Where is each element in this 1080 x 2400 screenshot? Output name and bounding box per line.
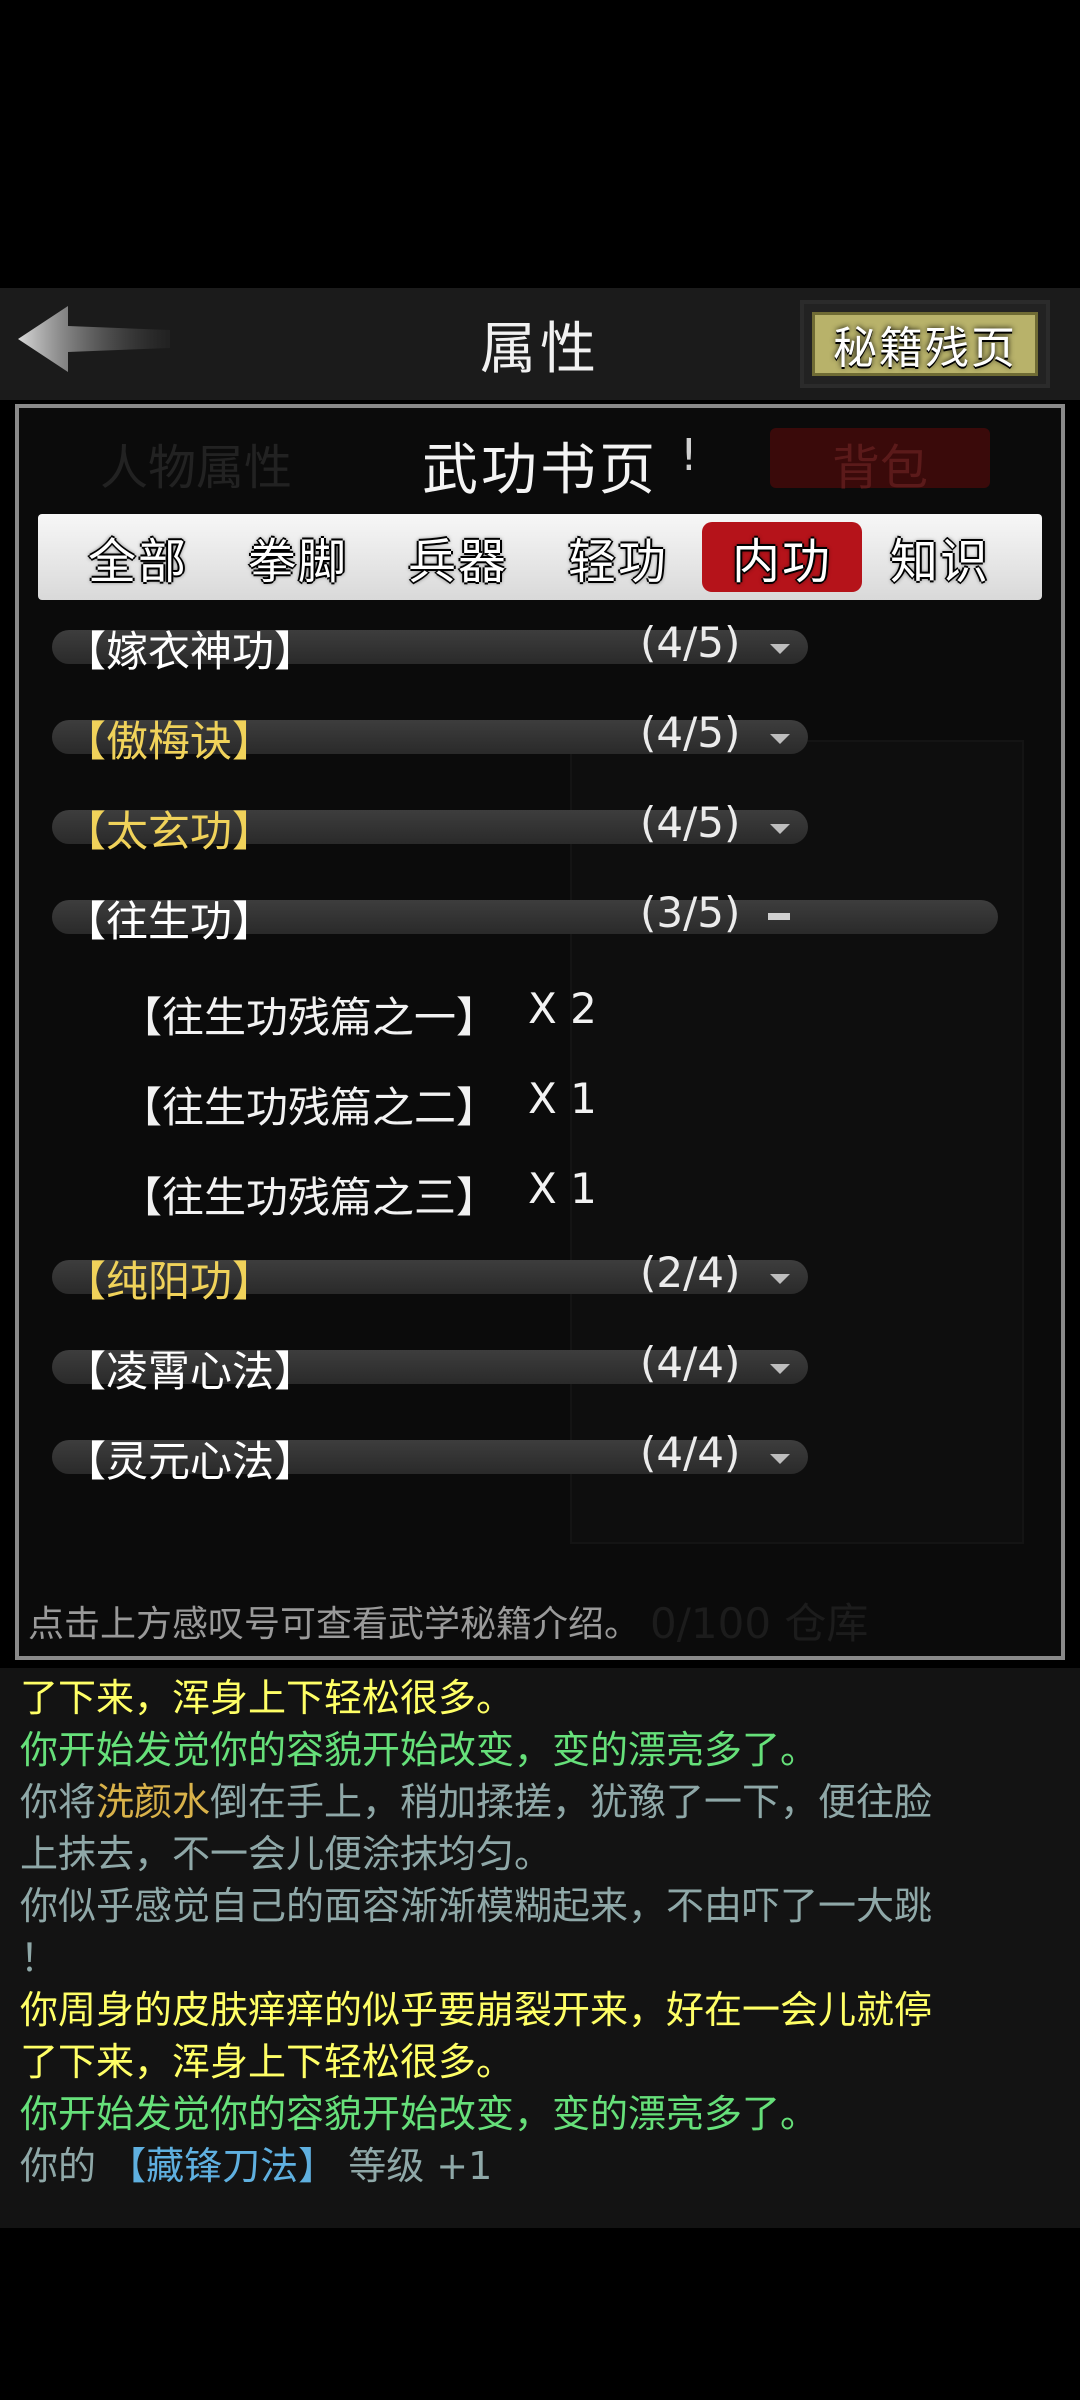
skill-name-2: 【傲梅诀】 bbox=[64, 717, 275, 766]
fragment-qty-2: X 1 bbox=[528, 1074, 597, 1123]
log-segment: 【藏锋刀法】 bbox=[108, 2144, 337, 2188]
tab-knowledge[interactable]: 知识 bbox=[860, 522, 1020, 592]
tab-inner-power[interactable]: 内功 bbox=[702, 522, 862, 592]
log-segment: 倒在手上，稍加揉搓，犹豫了一下，便往脸 bbox=[210, 1780, 933, 1824]
skill-count-2: (4/5) bbox=[640, 708, 741, 757]
fragment-qty-1: X 2 bbox=[528, 984, 597, 1033]
tab-all[interactable]: 全部 bbox=[58, 522, 218, 592]
skill-count-3: (4/5) bbox=[640, 798, 741, 847]
fragment-qty-3: X 1 bbox=[528, 1164, 597, 1213]
log-segment: 你周身的皮肤痒痒的似乎要崩裂开来，好在一会儿就停 bbox=[20, 1988, 933, 2032]
tab-weapons[interactable]: 兵器 bbox=[378, 522, 538, 592]
secret-fragments-label: 秘籍残页 bbox=[833, 323, 1017, 374]
hint-text: 点击上方感叹号可查看武学秘籍介绍。 bbox=[28, 1604, 641, 1645]
log-segment: ！ bbox=[20, 1936, 59, 1980]
skill-name-5: 【纯阳功】 bbox=[64, 1257, 275, 1306]
fragment-name-3: 【往生功残篇之三】 bbox=[120, 1173, 499, 1222]
log-line: 你的 【藏锋刀法】 等级 +1 bbox=[20, 2144, 492, 2190]
skill-name-6: 【凌霄心法】 bbox=[64, 1347, 317, 1396]
log-line: ！ bbox=[20, 1936, 58, 1982]
chevron-down-icon[interactable] bbox=[770, 1364, 790, 1374]
chevron-down-icon[interactable] bbox=[770, 734, 790, 744]
skill-count-6: (4/4) bbox=[640, 1338, 741, 1387]
skill-name-3: 【太玄功】 bbox=[64, 807, 275, 856]
skill-count-4: (3/5) bbox=[640, 888, 741, 937]
log-line: 上抹去，不一会儿便涂抹均匀。 bbox=[20, 1832, 552, 1878]
log-line: 了下来，浑身上下轻松很多。 bbox=[20, 2040, 514, 2086]
skill-count-7: (4/4) bbox=[640, 1428, 741, 1477]
log-segment: 你开始发觉你的容貌开始改变，变的漂亮多了。 bbox=[20, 1728, 819, 1772]
inventory-table-background bbox=[570, 740, 1024, 1544]
log-line: 了下来，浑身上下轻松很多。 bbox=[20, 1676, 514, 1722]
log-line: 你开始发觉你的容貌开始改变，变的漂亮多了。 bbox=[20, 2092, 818, 2138]
chevron-down-icon[interactable] bbox=[770, 1274, 790, 1284]
collapse-minus-icon[interactable] bbox=[768, 913, 790, 920]
log-segment: 你将 bbox=[20, 1780, 97, 1824]
skill-name-4: 【往生功】 bbox=[64, 897, 275, 946]
chevron-down-icon[interactable] bbox=[770, 644, 790, 654]
log-line: 你似乎感觉自己的面容渐渐模糊起来，不由吓了一大跳 bbox=[20, 1884, 932, 1930]
log-segment: 洗颜水 bbox=[96, 1780, 211, 1824]
log-line: 你将洗颜水倒在手上，稍加揉搓，犹豫了一下，便往脸 bbox=[20, 1780, 932, 1826]
info-exclamation-icon[interactable]: ! bbox=[680, 430, 698, 481]
fragment-name-1: 【往生功残篇之一】 bbox=[120, 993, 499, 1042]
category-tabs: 全部 拳脚 兵器 轻功 内功 知识 bbox=[38, 514, 1042, 600]
skill-name-7: 【灵元心法】 bbox=[64, 1437, 317, 1486]
log-segment: 上抹去，不一会儿便涂抹均匀。 bbox=[20, 1832, 553, 1876]
log-segment: 了下来，浑身上下轻松很多。 bbox=[20, 2040, 515, 2084]
log-line: 你周身的皮肤痒痒的似乎要崩裂开来，好在一会儿就停 bbox=[20, 1988, 932, 2034]
tab-fist-kick[interactable]: 拳脚 bbox=[218, 522, 378, 592]
log-line: 你开始发觉你的容貌开始改变，变的漂亮多了。 bbox=[20, 1728, 818, 1774]
log-segment: 等级 +1 bbox=[336, 2144, 493, 2188]
tab-lightness[interactable]: 轻功 bbox=[538, 522, 698, 592]
dialog-title: 武功书页 bbox=[422, 438, 658, 503]
chevron-down-icon[interactable] bbox=[770, 1454, 790, 1464]
chevron-down-icon[interactable] bbox=[770, 824, 790, 834]
log-segment: 你开始发觉你的容貌开始改变，变的漂亮多了。 bbox=[20, 2092, 819, 2136]
log-segment: 你似乎感觉自己的面容渐渐模糊起来，不由吓了一大跳 bbox=[20, 1884, 933, 1928]
skill-count-1: (4/5) bbox=[640, 618, 741, 667]
log-segment: 你的 bbox=[20, 2144, 109, 2188]
log-segment: 了下来，浑身上下轻松很多。 bbox=[20, 1676, 515, 1720]
fragment-name-2: 【往生功残篇之二】 bbox=[120, 1083, 499, 1132]
skill-count-5: (2/4) bbox=[640, 1248, 741, 1297]
secret-fragments-button[interactable]: 秘籍残页 bbox=[800, 300, 1050, 388]
skill-name-1: 【嫁衣神功】 bbox=[64, 627, 317, 676]
storage-capacity: 0/100 仓库 bbox=[650, 1599, 869, 1648]
